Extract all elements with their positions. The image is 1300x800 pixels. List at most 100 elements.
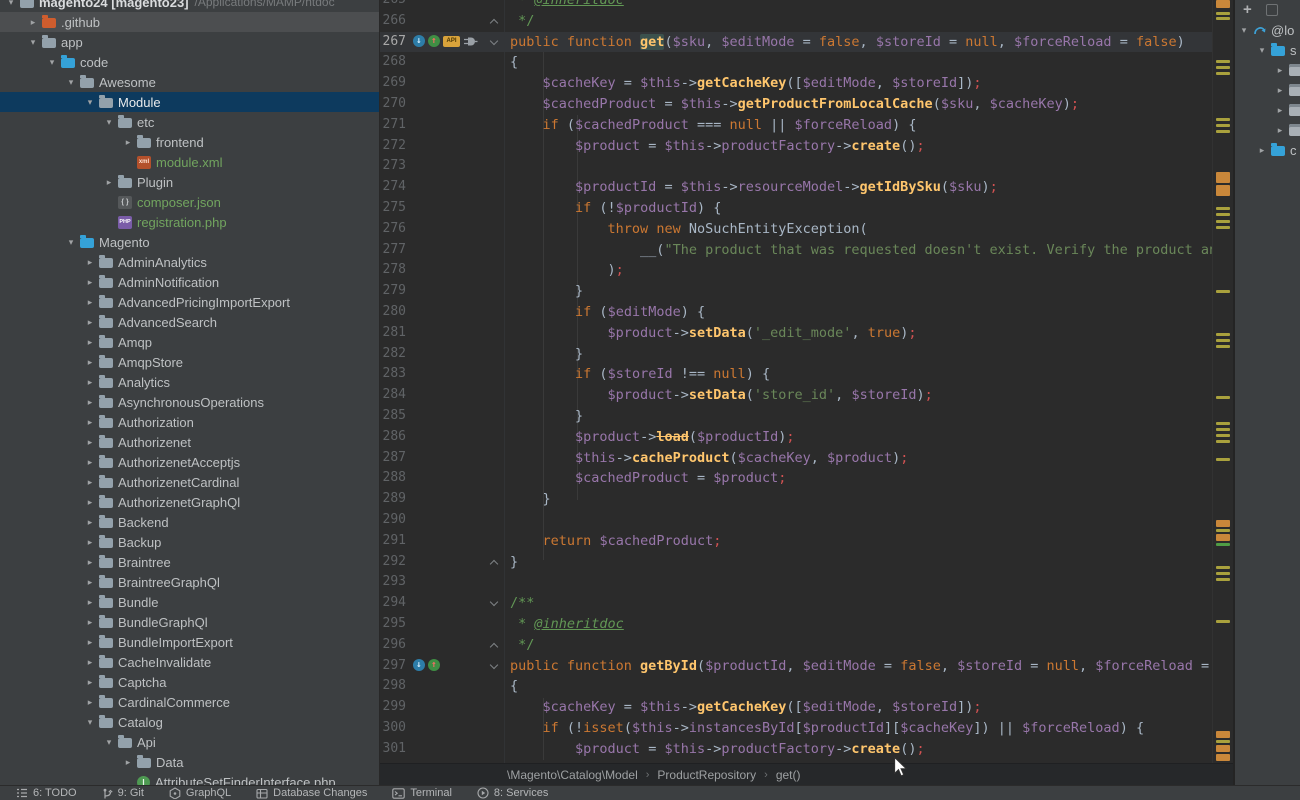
tree-item-asynchronousoperations[interactable]: ▸AsynchronousOperations — [0, 392, 379, 412]
dependency-item[interactable]: ▸ — [1274, 80, 1300, 100]
chevron-down-icon[interactable]: ▾ — [1256, 45, 1268, 56]
chevron-right-icon[interactable]: ▸ — [84, 637, 96, 648]
code-line-270[interactable]: 270 $cachedProduct = $this->getProductFr… — [380, 94, 1233, 115]
stripe-mark[interactable] — [1216, 60, 1230, 63]
chevron-right-icon[interactable]: ▸ — [122, 137, 134, 148]
stripe-mark[interactable] — [1216, 620, 1230, 623]
code-line-286[interactable]: 286 $product->load($productId); — [380, 427, 1233, 448]
code-line-269[interactable]: 269 $cacheKey = $this->getCacheKey([$edi… — [380, 73, 1233, 94]
stripe-mark[interactable] — [1216, 434, 1230, 437]
tree-item-api[interactable]: ▾Api — [0, 732, 379, 752]
chevron-right-icon[interactable]: ▸ — [84, 417, 96, 428]
stripe-mark[interactable] — [1216, 172, 1230, 183]
implements-gutter-icon[interactable]: ↑ — [428, 659, 440, 671]
tree-item-awesome[interactable]: ▾Awesome — [0, 72, 379, 92]
code-line-283[interactable]: 283 if ($storeId !== null) { — [380, 364, 1233, 385]
stripe-mark[interactable] — [1216, 458, 1230, 461]
chevron-down-icon[interactable]: ▾ — [84, 97, 96, 108]
stripe-mark[interactable] — [1216, 290, 1230, 293]
stripe-mark[interactable] — [1216, 422, 1230, 425]
stripe-mark[interactable] — [1216, 207, 1230, 210]
stripe-mark[interactable] — [1216, 345, 1230, 348]
chevron-right-icon[interactable]: ▸ — [84, 557, 96, 568]
code-line-301[interactable]: 301 $product = $this->productFactory->cr… — [380, 739, 1233, 760]
code-line-289[interactable]: 289 } — [380, 489, 1233, 510]
fold-marker-icon[interactable] — [490, 660, 498, 668]
chevron-right-icon[interactable]: ▸ — [1274, 65, 1286, 76]
breadcrumb-item-get[interactable]: get() — [776, 768, 801, 782]
code-line-268[interactable]: 268{ — [380, 52, 1233, 73]
chevron-right-icon[interactable]: ▸ — [84, 657, 96, 668]
chevron-down-icon[interactable]: ▾ — [27, 37, 39, 48]
tree-item-catalog[interactable]: ▾Catalog — [0, 712, 379, 732]
stripe-mark[interactable] — [1216, 12, 1230, 15]
tree-item-authorization[interactable]: ▸Authorization — [0, 412, 379, 432]
code-line-278[interactable]: 278 ); — [380, 260, 1233, 281]
code-line-295[interactable]: 295 * @inheritdoc — [380, 614, 1233, 635]
chevron-right-icon[interactable]: ▸ — [1274, 125, 1286, 136]
chevron-down-icon[interactable]: ▾ — [84, 717, 96, 728]
tree-item-braintree[interactable]: ▸Braintree — [0, 552, 379, 572]
fold-marker-icon[interactable] — [490, 643, 498, 651]
stripe-mark[interactable] — [1216, 520, 1230, 527]
tree-item-data[interactable]: ▸Data — [0, 752, 379, 772]
stripe-mark[interactable] — [1216, 339, 1230, 342]
dependency-item-c[interactable]: ▸c — [1256, 140, 1297, 160]
stripe-mark[interactable] — [1216, 731, 1230, 738]
stripe-mark[interactable] — [1216, 754, 1230, 761]
chevron-right-icon[interactable]: ▸ — [84, 297, 96, 308]
code-line-288[interactable]: 288 $cachedProduct = $product; — [380, 468, 1233, 489]
tree-item-authorizenetacceptjs[interactable]: ▸AuthorizenetAcceptjs — [0, 452, 379, 472]
tree-item-amqpstore[interactable]: ▸AmqpStore — [0, 352, 379, 372]
chevron-right-icon[interactable]: ▸ — [84, 677, 96, 688]
chevron-right-icon[interactable]: ▸ — [84, 377, 96, 388]
code-line-298[interactable]: 298{ — [380, 676, 1233, 697]
stripe-mark[interactable] — [1216, 440, 1230, 443]
tree-item-adminnotification[interactable]: ▸AdminNotification — [0, 272, 379, 292]
code-line-272[interactable]: 272 $product = $this->productFactory->cr… — [380, 136, 1233, 157]
stripe-mark[interactable] — [1216, 118, 1230, 121]
tree-item-registration-php[interactable]: PHPregistration.php — [0, 212, 379, 232]
code-line-291[interactable]: 291 return $cachedProduct; — [380, 531, 1233, 552]
tree-item-authorizenetgraphql[interactable]: ▸AuthorizenetGraphQl — [0, 492, 379, 512]
implements-gutter-icon[interactable]: ↑ — [428, 35, 440, 47]
code-line-282[interactable]: 282 } — [380, 344, 1233, 365]
breadcrumb-item-productrepository[interactable]: ProductRepository — [657, 768, 756, 782]
code-line-276[interactable]: 276 throw new NoSuchEntityException( — [380, 219, 1233, 240]
code-line-273[interactable]: 273 — [380, 156, 1233, 177]
stripe-mark[interactable] — [1216, 66, 1230, 69]
code-line-285[interactable]: 285 } — [380, 406, 1233, 427]
stripe-mark[interactable] — [1216, 17, 1230, 20]
tree-item-bundlegraphql[interactable]: ▸BundleGraphQl — [0, 612, 379, 632]
tree-item-advancedsearch[interactable]: ▸AdvancedSearch — [0, 312, 379, 332]
collapse-all-icon[interactable] — [1266, 4, 1278, 16]
chevron-right-icon[interactable]: ▸ — [84, 337, 96, 348]
dependency-item[interactable]: ▸ — [1274, 60, 1300, 80]
chevron-right-icon[interactable]: ▸ — [1274, 105, 1286, 116]
tree-item-advancedpricingimportexport[interactable]: ▸AdvancedPricingImportExport — [0, 292, 379, 312]
statusbar-item-graphql[interactable]: GraphQL — [169, 787, 231, 799]
code-line-300[interactable]: 300 if (!isset($this->instancesById[$pro… — [380, 718, 1233, 739]
code-line-297[interactable]: 297↓↑public function getById($productId,… — [380, 656, 1233, 677]
code-line-275[interactable]: 275 if (!$productId) { — [380, 198, 1233, 219]
stripe-mark[interactable] — [1216, 0, 1230, 8]
stripe-mark[interactable] — [1216, 529, 1230, 532]
code-line-267[interactable]: 267↓↑APIpublic function get($sku, $editM… — [380, 32, 1233, 53]
chevron-right-icon[interactable]: ▸ — [84, 537, 96, 548]
fold-marker-icon[interactable] — [490, 559, 498, 567]
api-badge-gutter-icon[interactable]: API — [443, 36, 460, 47]
stripe-mark[interactable] — [1216, 534, 1230, 541]
stripe-mark[interactable] — [1216, 396, 1230, 399]
tree-item-adminanalytics[interactable]: ▸AdminAnalytics — [0, 252, 379, 272]
stripe-mark[interactable] — [1216, 578, 1230, 581]
tree-item-backend[interactable]: ▸Backend — [0, 512, 379, 532]
breadcrumb-item-magento-catalog-model[interactable]: \Magento\Catalog\Model — [507, 768, 638, 782]
tree-item-braintreegraphql[interactable]: ▸BraintreeGraphQl — [0, 572, 379, 592]
code-line-271[interactable]: 271 if ($cachedProduct === null || $forc… — [380, 115, 1233, 136]
override-gutter-icon[interactable]: ↓ — [413, 35, 425, 47]
chevron-down-icon[interactable]: ▾ — [65, 77, 77, 88]
tree-item-app[interactable]: ▾app — [0, 32, 379, 52]
stripe-mark[interactable] — [1216, 72, 1230, 75]
code-line-265[interactable]: 265 * @inheritdoc — [380, 0, 1233, 11]
code-line-279[interactable]: 279 } — [380, 281, 1233, 302]
